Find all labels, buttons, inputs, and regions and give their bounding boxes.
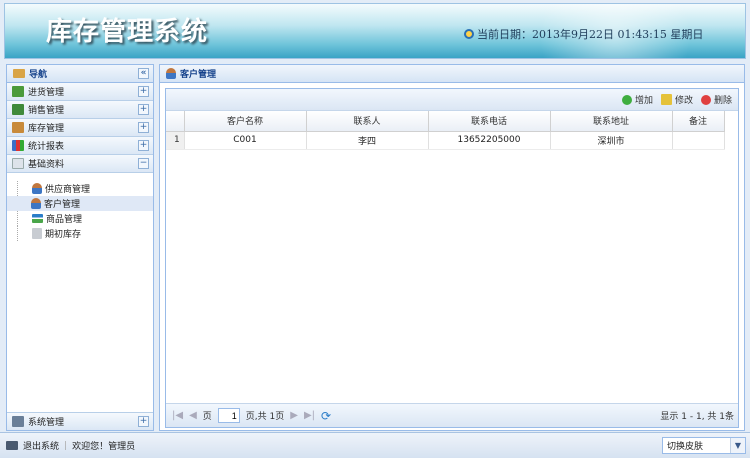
expand-icon[interactable]: + bbox=[138, 140, 149, 151]
monitor-icon bbox=[6, 441, 18, 450]
user-icon bbox=[31, 198, 41, 209]
nav-section-basic-data[interactable]: 基础资料 − bbox=[7, 155, 153, 173]
table-header-row: 客户名称 联系人 联系电话 联系地址 备注 bbox=[166, 111, 725, 132]
item-label: 供应商管理 bbox=[45, 185, 91, 195]
expand-icon[interactable]: + bbox=[138, 104, 149, 115]
nav-item-product[interactable]: 商品管理 bbox=[17, 211, 153, 226]
computer-icon bbox=[12, 416, 24, 427]
app-title: 库存管理系统 bbox=[46, 17, 209, 47]
page-summary: 显示 1 - 1, 共 1条 bbox=[660, 412, 734, 422]
toolbar: 增加 修改 删除 bbox=[166, 89, 738, 111]
nav-item-customer[interactable]: 客户管理 bbox=[7, 196, 153, 211]
column-header[interactable]: 备注 bbox=[672, 111, 725, 132]
row-number-header bbox=[166, 111, 185, 132]
sales-icon bbox=[12, 104, 24, 115]
row-number: 1 bbox=[166, 131, 185, 150]
cell-contact: 李四 bbox=[306, 131, 429, 150]
column-header[interactable]: 联系人 bbox=[306, 111, 429, 132]
cell-phone: 13652205000 bbox=[428, 131, 551, 150]
document-icon bbox=[12, 158, 24, 169]
delete-label: 删除 bbox=[713, 96, 732, 106]
nav-section-purchase[interactable]: 进货管理 + bbox=[7, 83, 153, 101]
edit-icon bbox=[660, 94, 672, 105]
table-row[interactable]: 1 C001 李四 13652205000 深圳市 bbox=[166, 131, 725, 150]
column-header[interactable]: 客户名称 bbox=[184, 111, 307, 132]
main-header: 客户管理 bbox=[160, 65, 744, 83]
nav-panel: 导航 « 进货管理 + 销售管理 + 库存管理 + 统计报表 + 基础资料 − 供应商管理… bbox=[6, 64, 154, 431]
section-label: 进货管理 bbox=[28, 88, 65, 98]
delete-icon bbox=[700, 94, 711, 105]
collapse-nav-button[interactable]: « bbox=[138, 68, 149, 79]
section-label: 库存管理 bbox=[28, 124, 65, 134]
item-label: 商品管理 bbox=[46, 215, 83, 225]
signpost-icon bbox=[13, 69, 25, 78]
stock-icon bbox=[32, 228, 42, 239]
skin-select[interactable]: 切换皮肤 ▼ bbox=[662, 437, 746, 454]
purchase-icon bbox=[12, 86, 24, 97]
clock-icon bbox=[464, 29, 474, 39]
user-icon bbox=[166, 68, 176, 79]
customer-table: 客户名称 联系人 联系电话 联系地址 备注 1 C001 李四 13652205… bbox=[166, 111, 725, 150]
nav-item-initial-stock[interactable]: 期初库存 bbox=[17, 226, 153, 241]
divider: | bbox=[64, 440, 68, 451]
next-page-icon[interactable]: ▶ bbox=[290, 410, 298, 421]
nav-section-sales[interactable]: 销售管理 + bbox=[7, 101, 153, 119]
box-icon bbox=[12, 122, 24, 133]
current-date: 当前日期：2013年9月22日 01:43:15 星期日 bbox=[464, 26, 703, 42]
bar-chart-icon bbox=[12, 140, 24, 151]
cell-name: C001 bbox=[184, 131, 307, 150]
add-button[interactable]: 增加 bbox=[621, 93, 653, 106]
nav-header: 导航 « bbox=[7, 65, 153, 83]
cell-remark bbox=[672, 131, 725, 150]
first-page-icon[interactable]: |◀ bbox=[172, 410, 183, 421]
skin-label: 切换皮肤 bbox=[667, 442, 704, 452]
add-icon bbox=[621, 94, 632, 105]
pager: |◀ ◀ 页 页,共 1页 ▶ ▶| ⟳ 显示 1 - 1, 共 1条 bbox=[166, 403, 738, 427]
nav-section-system[interactable]: 系统管理 + bbox=[7, 412, 153, 430]
expand-icon[interactable]: + bbox=[138, 122, 149, 133]
main-panel: 客户管理 增加 修改 删除 客户名称 联系人 联系电话 联系地址 备注 1 C0… bbox=[159, 64, 745, 431]
nav-item-supplier[interactable]: 供应商管理 bbox=[17, 181, 153, 196]
collapse-icon[interactable]: − bbox=[138, 158, 149, 169]
cell-address: 深圳市 bbox=[550, 131, 673, 150]
hierarchy-icon bbox=[32, 214, 43, 223]
edit-label: 修改 bbox=[674, 96, 693, 106]
expand-icon[interactable]: + bbox=[138, 416, 149, 427]
user-icon bbox=[32, 183, 42, 194]
add-label: 增加 bbox=[634, 96, 653, 106]
status-bar: 退出系统 | 欢迎您！管理员 切换皮肤 ▼ bbox=[0, 432, 750, 458]
last-page-icon[interactable]: ▶| bbox=[304, 410, 315, 421]
panel-title: 客户管理 bbox=[180, 70, 217, 80]
edit-button[interactable]: 修改 bbox=[660, 93, 693, 106]
column-header[interactable]: 联系地址 bbox=[550, 111, 673, 132]
item-label: 客户管理 bbox=[44, 200, 81, 210]
expand-icon[interactable]: + bbox=[138, 86, 149, 97]
item-label: 期初库存 bbox=[45, 230, 82, 240]
welcome-text: 欢迎您！管理员 bbox=[72, 442, 136, 452]
customer-grid: 增加 修改 删除 客户名称 联系人 联系电话 联系地址 备注 1 C001 李四… bbox=[165, 88, 739, 428]
page-number-input[interactable] bbox=[217, 408, 240, 423]
date-text: 当前日期：2013年9月22日 01:43:15 星期日 bbox=[477, 28, 704, 41]
nav-section-reports[interactable]: 统计报表 + bbox=[7, 137, 153, 155]
chevron-down-icon[interactable]: ▼ bbox=[730, 438, 745, 453]
delete-button[interactable]: 删除 bbox=[700, 93, 732, 106]
section-label: 销售管理 bbox=[28, 106, 65, 116]
section-label: 基础资料 bbox=[28, 160, 65, 170]
refresh-icon[interactable]: ⟳ bbox=[321, 409, 331, 423]
nav-title: 导航 bbox=[29, 70, 48, 80]
section-label: 统计报表 bbox=[28, 142, 65, 152]
logout-link[interactable]: 退出系统 bbox=[23, 439, 59, 452]
prev-page-icon[interactable]: ◀ bbox=[189, 410, 197, 421]
page-label: 页 bbox=[202, 412, 212, 422]
total-pages: 页,共 1页 bbox=[245, 412, 285, 422]
nav-section-inventory[interactable]: 库存管理 + bbox=[7, 119, 153, 137]
section-label: 系统管理 bbox=[28, 418, 65, 428]
column-header[interactable]: 联系电话 bbox=[428, 111, 551, 132]
